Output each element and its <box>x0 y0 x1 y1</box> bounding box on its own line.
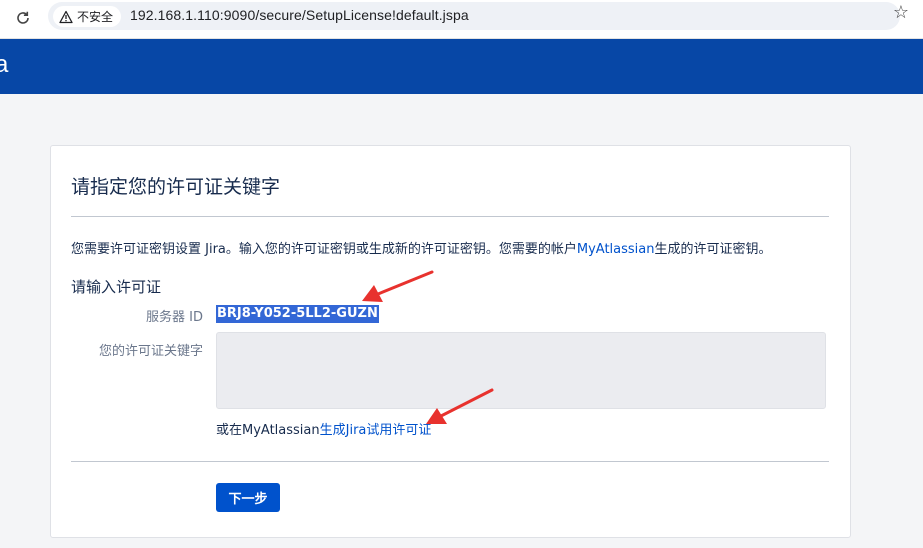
star-icon[interactable]: ☆ <box>893 2 909 23</box>
form-divider <box>71 461 829 462</box>
trial-license-prefix: 或在MyAtlassian <box>216 423 320 438</box>
myatlassian-link[interactable]: MyAtlassian <box>577 242 655 257</box>
license-key-label: 您的许可证关键字 <box>98 344 203 359</box>
server-id-label: 服务器 ID <box>146 310 203 325</box>
license-key-input[interactable] <box>216 332 826 409</box>
url-text[interactable]: 192.168.1.110:9090/secure/SetupLicense!d… <box>130 7 469 23</box>
generate-trial-license-link[interactable]: 生成Jira试用许可证 <box>320 423 432 438</box>
page-title: 请指定您的许可证关键字 <box>71 176 281 198</box>
security-indicator[interactable]: 不安全 <box>53 6 122 27</box>
browser-toolbar: 不安全 192.168.1.110:9090/secure/SetupLicen… <box>0 0 923 39</box>
title-divider <box>71 216 829 217</box>
setup-license-panel: 请指定您的许可证关键字 您需要许可证密钥设置 Jira。输入您的许可证密钥或生成… <box>50 145 851 538</box>
section-heading: 请输入许可证 <box>71 278 162 296</box>
address-bar[interactable]: 不安全 192.168.1.110:9090/secure/SetupLicen… <box>48 2 900 30</box>
server-id-value: BRJ8-Y052-5LL2-GUZN <box>216 305 379 323</box>
security-label: 不安全 <box>77 10 114 24</box>
warning-icon <box>59 10 73 24</box>
description-text-end: 生成的许可证密钥。 <box>654 242 772 257</box>
app-header: a <box>0 39 923 94</box>
next-button[interactable]: 下一步 <box>216 483 280 512</box>
license-description: 您需要许可证密钥设置 Jira。输入您的许可证密钥或生成新的许可证密钥。您需要的… <box>71 238 772 257</box>
description-text: 您需要许可证密钥设置 Jira。输入您的许可证密钥或生成新的许可证密钥。您需要的… <box>71 242 577 257</box>
trial-license-text: 或在MyAtlassian生成Jira试用许可证 <box>216 419 431 438</box>
reload-icon[interactable] <box>13 8 33 28</box>
app-logo[interactable]: a <box>0 51 8 79</box>
